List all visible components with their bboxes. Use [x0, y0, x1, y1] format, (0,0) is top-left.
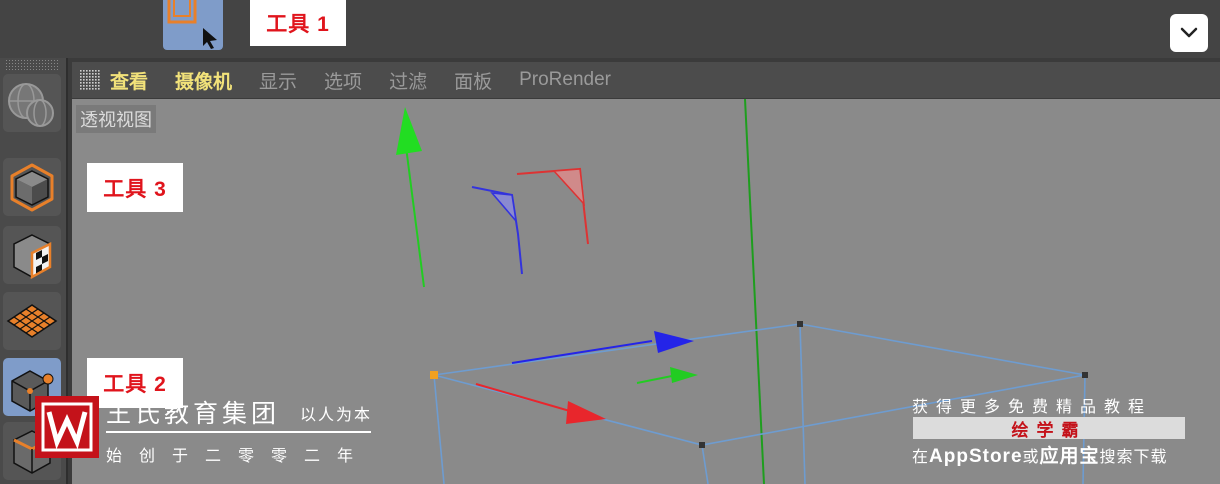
selection-tool-button[interactable]	[163, 0, 223, 50]
gizmo-y-axis	[404, 138, 425, 288]
top-toolbar: 工具 1	[0, 0, 1220, 58]
grip-icon[interactable]	[80, 70, 100, 90]
promo-app: 应用宝	[1039, 446, 1100, 467]
watermark-since: 始创于二零零二年	[106, 448, 371, 465]
perspective-view-label[interactable]: 透视视图	[76, 105, 156, 133]
menu-filter[interactable]: 过滤	[389, 67, 427, 94]
grip-icon	[6, 60, 58, 70]
gizmo-z-axis	[471, 186, 523, 275]
move-x-arrow[interactable]	[566, 401, 606, 424]
move-z-axis	[511, 340, 653, 364]
box-corner-point[interactable]	[1082, 372, 1088, 378]
selected-point[interactable]	[430, 371, 438, 379]
menu-display[interactable]: 显示	[259, 67, 297, 94]
promo-prefix: 在	[912, 449, 930, 466]
move-x-axis	[475, 383, 571, 412]
promo-brand: 绘学霸	[913, 417, 1185, 440]
world-y-axis-line	[744, 99, 765, 484]
viewport-menubar: 查看 摄像机 显示 选项 过滤 面板 ProRender	[72, 62, 1220, 98]
gizmo-z-plane	[490, 192, 518, 224]
watermark-divider	[106, 431, 371, 433]
menu-panel[interactable]: 面板	[454, 67, 492, 94]
cube-model-icon	[10, 163, 54, 212]
model-tool-button[interactable]	[3, 158, 61, 216]
promo-line-1: 获得更多免费精品教程	[912, 399, 1153, 416]
promo-line-2: 在AppStore或应用宝搜索下载	[912, 441, 1168, 468]
gizmo-y-arrow	[396, 107, 422, 155]
select-rectangle-icon	[167, 0, 217, 49]
menu-options[interactable]: 选项	[324, 67, 362, 94]
gizmo-x-plane	[552, 168, 586, 207]
collapse-button[interactable]	[1170, 14, 1208, 52]
promo-store: AppStore	[929, 446, 1023, 467]
chevron-down-icon	[1180, 27, 1198, 38]
box-corner-point[interactable]	[797, 321, 803, 327]
tool-3-label: 工具 3	[87, 163, 183, 212]
box-corner-point[interactable]	[699, 442, 705, 448]
move-z-arrow[interactable]	[654, 331, 694, 353]
polygon-tool-button[interactable]	[3, 292, 61, 350]
globe-render-icon	[8, 83, 54, 127]
watermark-slogan: 以人为本	[300, 407, 373, 424]
menu-view[interactable]: 查看	[110, 67, 148, 94]
move-y-axis	[636, 375, 673, 384]
promo-or: 或	[1022, 449, 1040, 466]
render-tool-button[interactable]	[3, 74, 61, 132]
move-y-arrow[interactable]	[670, 367, 698, 383]
texture-cube-icon	[13, 234, 52, 280]
polygon-grid-icon	[6, 304, 58, 338]
watermark-logo	[35, 396, 99, 458]
menu-camera[interactable]: 摄像机	[175, 67, 232, 94]
promo-suffix: 搜索下载	[1099, 449, 1168, 466]
watermark-org-name: 王氏教育集团	[106, 400, 281, 428]
w-logo-icon	[41, 402, 93, 452]
texture-tool-button[interactable]	[3, 226, 61, 284]
tool-1-label: 工具 1	[250, 0, 346, 46]
menu-prorender[interactable]: ProRender	[519, 69, 611, 91]
